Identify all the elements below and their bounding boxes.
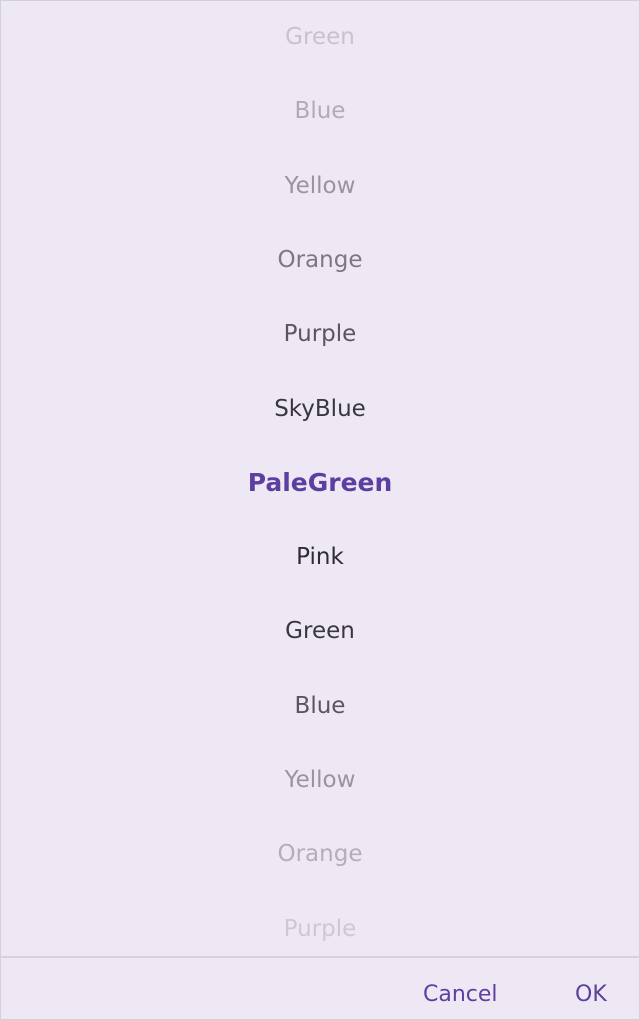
picker-item[interactable]: Blue: [1, 91, 639, 131]
picker-item[interactable]: Yellow: [1, 166, 639, 206]
picker-item[interactable]: Blue: [1, 686, 639, 726]
picker-wheel[interactable]: Green Blue Yellow Orange Purple SkyBlue PaleGr…: [1, 1, 639, 956]
picker-item-selected[interactable]: PaleGreen: [1, 463, 639, 503]
picker-item[interactable]: Pink: [1, 537, 639, 577]
picker-item[interactable]: SkyBlue: [1, 389, 639, 429]
picker-item[interactable]: Green: [1, 611, 639, 651]
ok-button[interactable]: OK: [575, 976, 615, 1014]
cancel-button[interactable]: Cancel: [423, 976, 505, 1014]
picker-item[interactable]: Orange: [1, 834, 639, 874]
picker-item[interactable]: Purple: [1, 314, 639, 354]
picker-dialog: Green Blue Yellow Orange Purple SkyBlue PaleGr…: [0, 0, 640, 1020]
picker-item[interactable]: Orange: [1, 240, 639, 280]
picker-item[interactable]: Yellow: [1, 760, 639, 800]
picker-item[interactable]: Green: [1, 17, 639, 57]
footer-divider: [1, 956, 639, 958]
picker-item[interactable]: Purple: [1, 909, 639, 949]
